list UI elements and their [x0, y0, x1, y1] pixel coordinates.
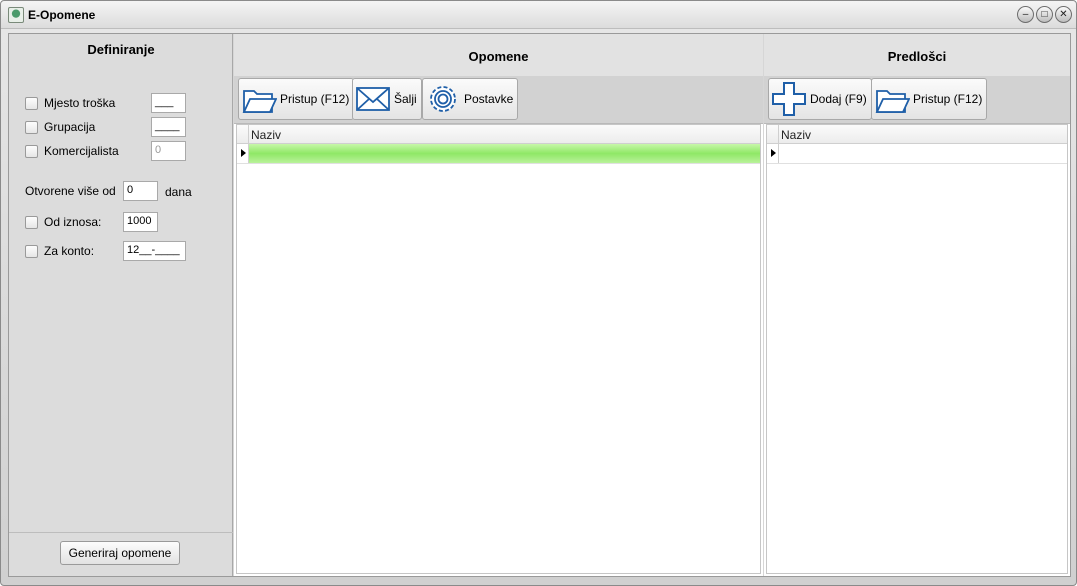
od-iznosa-label: Od iznosa: [44, 215, 102, 229]
header-selector [237, 125, 249, 144]
close-button[interactable]: ✕ [1055, 6, 1072, 23]
opomene-title: Opomene [234, 34, 763, 76]
row-pointer-icon [771, 149, 776, 157]
pristup-label: Pristup (F12) [280, 92, 350, 106]
dodaj-label: Dodaj (F9) [810, 92, 867, 106]
window-title: E-Opomene [28, 8, 96, 22]
envelope-icon [356, 87, 390, 111]
od-iznosa-checkbox[interactable] [25, 215, 38, 229]
mjesto-troska-field[interactable]: ___ [151, 93, 186, 113]
opomene-grid[interactable]: Naziv [236, 124, 761, 574]
za-konto-field[interactable]: 12__-____ [123, 241, 186, 261]
option-komercijalista[interactable]: Komercijalista [25, 141, 119, 161]
option-grupacija[interactable]: Grupacija [25, 117, 95, 137]
header-selector [767, 125, 779, 144]
definiranje-panel: Definiranje Mjesto troška ___ Grupacija … [9, 34, 233, 576]
row-selector[interactable] [767, 144, 779, 163]
otvorene-row: Otvorene više od [25, 181, 116, 201]
title-bar: E-Opomene – □ ✕ [1, 1, 1076, 29]
row-cell[interactable] [779, 144, 1067, 163]
option-za-konto[interactable]: Za konto: [25, 241, 94, 261]
app-icon [8, 7, 24, 23]
postavke-button[interactable]: Postavke [422, 78, 519, 120]
predlosci-grid[interactable]: Naziv [766, 124, 1068, 574]
postavke-label: Postavke [464, 92, 514, 106]
maximize-button[interactable]: □ [1036, 6, 1053, 23]
predlosci-grid-header: Naziv [767, 125, 1067, 144]
generiraj-opomene-button[interactable]: Generiraj opomene [60, 541, 180, 565]
grupacija-field[interactable]: ____ [151, 117, 186, 137]
komercijalista-field[interactable]: 0 [151, 141, 186, 161]
od-iznosa-field[interactable]: 1000 [123, 212, 158, 232]
row-pointer-icon [241, 149, 246, 157]
minimize-button[interactable]: – [1017, 6, 1034, 23]
row-selector[interactable] [237, 144, 249, 163]
grupacija-label: Grupacija [44, 120, 96, 134]
otvorene-days-field[interactable]: 0 [123, 181, 158, 201]
predlosci-pristup-label: Pristup (F12) [913, 92, 983, 106]
gear-icon [430, 86, 456, 112]
folder-icon [242, 90, 277, 113]
opomene-panel: Opomene Pristup (F12) Šalji Postavke Naz… [234, 34, 763, 576]
app-window: E-Opomene – □ ✕ Definiranje Mjesto trošk… [0, 0, 1077, 586]
table-row[interactable] [237, 144, 760, 164]
grupacija-checkbox[interactable] [25, 120, 38, 134]
predlosci-panel: Predlošci Dodaj (F9) Pristup (F12) Naziv [764, 34, 1070, 576]
komercijalista-label: Komercijalista [44, 144, 119, 158]
predlosci-title: Predlošci [764, 34, 1070, 76]
salji-button[interactable]: Šalji [352, 78, 422, 120]
za-konto-label: Za konto: [44, 244, 95, 258]
mjesto-troska-label: Mjesto troška [44, 96, 116, 110]
mjesto-troska-checkbox[interactable] [25, 96, 38, 110]
definiranje-title: Definiranje [87, 42, 155, 57]
selected-row-cell[interactable] [249, 144, 760, 163]
option-od-iznosa[interactable]: Od iznosa: [25, 212, 101, 232]
otvorene-label: Otvorene više od [25, 184, 116, 198]
otvorene-unit: dana [165, 185, 192, 199]
option-mjesto-troska[interactable]: Mjesto troška [25, 93, 115, 113]
predlosci-pristup-button[interactable]: Pristup (F12) [871, 78, 988, 120]
pristup-button[interactable]: Pristup (F12) [238, 78, 355, 120]
plus-icon [772, 82, 806, 116]
predlosci-toolbar: Dodaj (F9) Pristup (F12) [764, 76, 1070, 124]
folder-icon [875, 90, 910, 113]
table-row[interactable] [767, 144, 1067, 164]
column-naziv[interactable]: Naziv [251, 128, 281, 142]
salji-label: Šalji [394, 92, 417, 106]
opomene-toolbar: Pristup (F12) Šalji Postavke [234, 76, 763, 124]
opomene-grid-header: Naziv [237, 125, 760, 144]
komercijalista-checkbox[interactable] [25, 144, 38, 158]
za-konto-checkbox[interactable] [25, 244, 38, 258]
dodaj-button[interactable]: Dodaj (F9) [768, 78, 872, 120]
column-naziv[interactable]: Naziv [781, 128, 811, 142]
